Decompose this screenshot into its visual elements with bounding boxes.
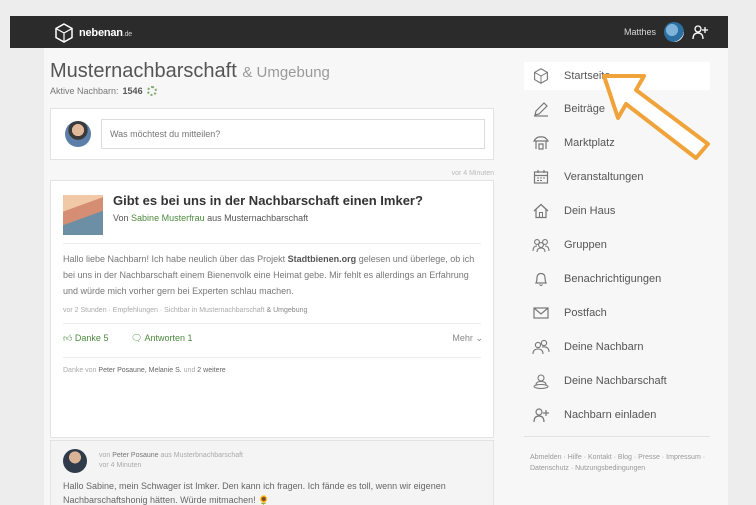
sidebar-item-dein-haus[interactable]: Dein Haus <box>524 197 710 225</box>
author-avatar[interactable] <box>63 195 103 235</box>
sidebar-item-label: Benachrichtigungen <box>564 273 662 285</box>
sidebar-item-benachrichtigungen[interactable]: Benachrichtigungen <box>524 265 710 293</box>
reply-text: Hallo Sabine, mein Schwager ist Imker. D… <box>63 481 446 505</box>
user-menu[interactable]: Matthes <box>624 22 708 42</box>
post-meta: vor 2 Stunden · Empfehlungen · Sichtbar … <box>63 307 307 314</box>
sidebar-divider <box>524 436 710 437</box>
thanks-by-label: Danke von <box>63 367 97 374</box>
neighbors-icon <box>530 338 552 356</box>
active-neighbors-label: Aktive Nachbarn: <box>50 86 119 96</box>
divider <box>63 243 481 244</box>
more-button[interactable]: Mehr ⌄ <box>452 333 483 344</box>
sidebar-item-gruppen[interactable]: Gruppen <box>524 231 710 259</box>
current-user-avatar <box>65 121 91 147</box>
thanks-button[interactable]: 👍︎ Danke 5 <box>63 333 108 344</box>
more-label: Mehr <box>452 333 473 343</box>
neighborhood-name[interactable]: Musternachbarschaft <box>50 60 237 82</box>
thanks-by-line: Danke von Peter Posaune, Melanie S. und … <box>63 367 226 374</box>
sidebar-item-postfach[interactable]: Postfach <box>524 299 710 327</box>
answer-label: Antworten 1 <box>144 333 193 343</box>
thanks-label: Danke 5 <box>74 333 109 343</box>
from-label: Von <box>113 213 129 223</box>
active-neighbors: Aktive Nachbarn: 1546 <box>50 86 157 96</box>
feed-timestamp: vor 4 Minuten <box>451 170 494 177</box>
sidebar-item-nachbarn-einladen[interactable]: Nachbarn einladen <box>524 401 710 429</box>
author-link[interactable]: Sabine Musterfrau <box>131 213 205 223</box>
title-suffix: & Umgebung <box>242 64 330 81</box>
post-author-line: Von Sabine Musterfrau aus Musternachbars… <box>113 213 308 223</box>
from-connector: aus <box>207 213 222 223</box>
divider <box>63 323 481 324</box>
author-neighborhood: Musternachbarschaft <box>224 213 309 223</box>
sidebar-item-label: Nachbarn einladen <box>564 409 657 421</box>
sidebar-item-label: Deine Nachbarschaft <box>564 375 667 387</box>
settings-gear-icon[interactable] <box>146 86 157 96</box>
composer-input[interactable] <box>101 119 485 149</box>
speech-bubble-icon: 🗨︎ <box>131 333 143 343</box>
user-avatar[interactable] <box>664 22 684 42</box>
reply-neighborhood: aus Musterbnachbarschaft <box>160 452 244 459</box>
post-title[interactable]: Gibt es bei uns in der Nachbarschaft ein… <box>113 193 423 208</box>
sidebar-item-label: Dein Haus <box>564 205 616 217</box>
sidebar-item-label: Postfach <box>564 307 607 319</box>
sidebar-item-deine-nachbarn[interactable]: Deine Nachbarn <box>524 333 710 361</box>
pencil-icon <box>530 100 552 118</box>
active-neighbors-count: 1546 <box>122 86 143 96</box>
thanks-by-names[interactable]: Peter Posaune, Melanie S. <box>98 367 181 374</box>
reply-meta: von Peter Posaune aus Musterbnachbarscha… <box>99 451 243 471</box>
post-body-link[interactable]: Stadtbienen.org <box>288 254 357 264</box>
logo-icon <box>55 23 73 43</box>
sidebar-item-label: Gruppen <box>564 239 607 251</box>
reply-author-avatar[interactable] <box>63 449 87 473</box>
user-name[interactable]: Matthes <box>624 27 656 37</box>
sidebar-item-deine-nachbarschaft[interactable]: Deine Nachbarschaft <box>524 367 710 395</box>
chevron-down-icon: ⌄ <box>475 333 483 343</box>
sidebar-item-label: Deine Nachbarn <box>564 341 644 353</box>
reply-author-link[interactable]: Peter Posaune <box>112 452 158 459</box>
footer-links[interactable]: Abmelden · Hilfe · Kontakt · Blog · Pres… <box>530 452 710 474</box>
answer-button[interactable]: 🗨︎ Antworten 1 <box>131 333 192 344</box>
post-composer <box>50 108 494 160</box>
post-visibility: & Umgebung <box>266 307 308 314</box>
post-actions: 👍︎ Danke 5 🗨︎ Antworten 1 Mehr ⌄ <box>63 333 483 349</box>
neighborhood-icon <box>530 372 552 390</box>
post-meta-text: vor 2 Stunden · Empfehlungen · Sichtbar … <box>63 307 265 314</box>
house-icon <box>530 202 552 220</box>
post-body-text: Hallo liebe Nachbarn! Ich habe neulich ü… <box>63 254 286 264</box>
sidebar-item-label: Veranstaltungen <box>564 171 644 183</box>
reply-from-label: von <box>99 452 111 459</box>
divider <box>63 357 481 358</box>
add-user-icon[interactable] <box>692 24 708 40</box>
invite-icon <box>530 406 552 424</box>
page-title: Musternachbarschaft & Umgebung <box>50 60 330 83</box>
group-icon <box>530 236 552 254</box>
thanks-by-more[interactable]: 2 weitere <box>197 367 225 374</box>
logo-text: nebenan.de <box>79 27 132 39</box>
highlight-arrow-icon <box>602 74 710 160</box>
reply-time: vor 4 Minuten <box>99 462 142 469</box>
nebenan-logo[interactable]: nebenan.de <box>54 23 132 43</box>
market-icon <box>530 134 552 152</box>
post-body: Hallo liebe Nachbarn! Ich habe neulich ü… <box>63 251 483 299</box>
thumbs-up-icon: 👍︎ <box>63 333 73 343</box>
calendar-icon <box>530 168 552 186</box>
feed-post: Gibt es bei uns in der Nachbarschaft ein… <box>50 180 494 438</box>
post-reply: von Peter Posaune aus Musterbnachbarscha… <box>50 440 494 505</box>
sidebar-item-veranstaltungen[interactable]: Veranstaltungen <box>524 163 710 191</box>
home-cube-icon <box>530 67 552 85</box>
thanks-by-connector: und <box>183 367 196 374</box>
top-navigation-bar: nebenan.de Matthes <box>10 16 728 48</box>
envelope-icon <box>530 304 552 322</box>
bell-icon <box>530 270 552 288</box>
